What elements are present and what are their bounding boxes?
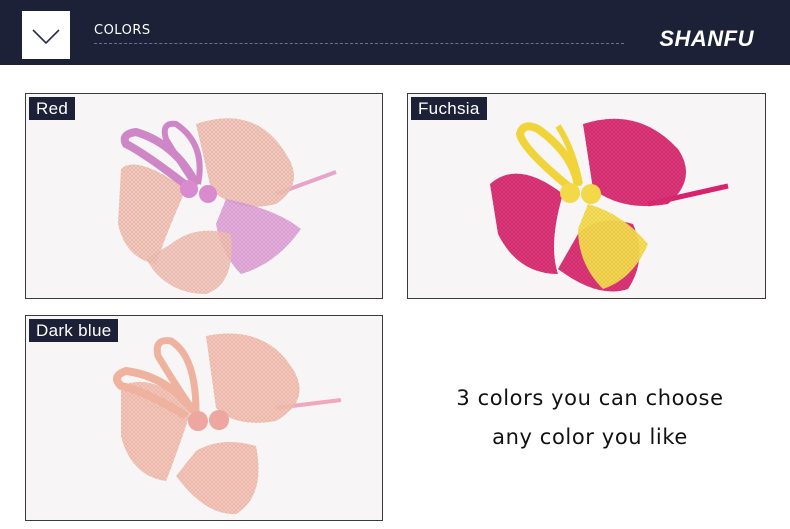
- brand-logo: SHANFU: [659, 26, 754, 51]
- product-image-red: [118, 118, 337, 294]
- product-card-red[interactable]: Red: [25, 93, 383, 299]
- note-line-2: any color you like: [492, 425, 688, 449]
- color-label-dark-blue: Dark blue: [29, 319, 119, 342]
- product-image-fuchsia: [490, 118, 729, 292]
- section-title: COLORS: [94, 23, 151, 38]
- header-divider: [94, 43, 624, 44]
- page-header: COLORS SHANFU: [0, 0, 790, 65]
- note-line-1: 3 colors you can choose: [456, 386, 724, 410]
- product-card-dark-blue[interactable]: Dark blue: [25, 315, 383, 521]
- product-image-dark-blue: [113, 333, 342, 515]
- product-card-fuchsia[interactable]: Fuchsia: [407, 93, 766, 299]
- menu-toggle-button[interactable]: [22, 11, 70, 59]
- color-label-fuchsia: Fuchsia: [411, 97, 487, 120]
- color-label-red: Red: [29, 97, 76, 120]
- chevron-down-icon: [32, 29, 60, 45]
